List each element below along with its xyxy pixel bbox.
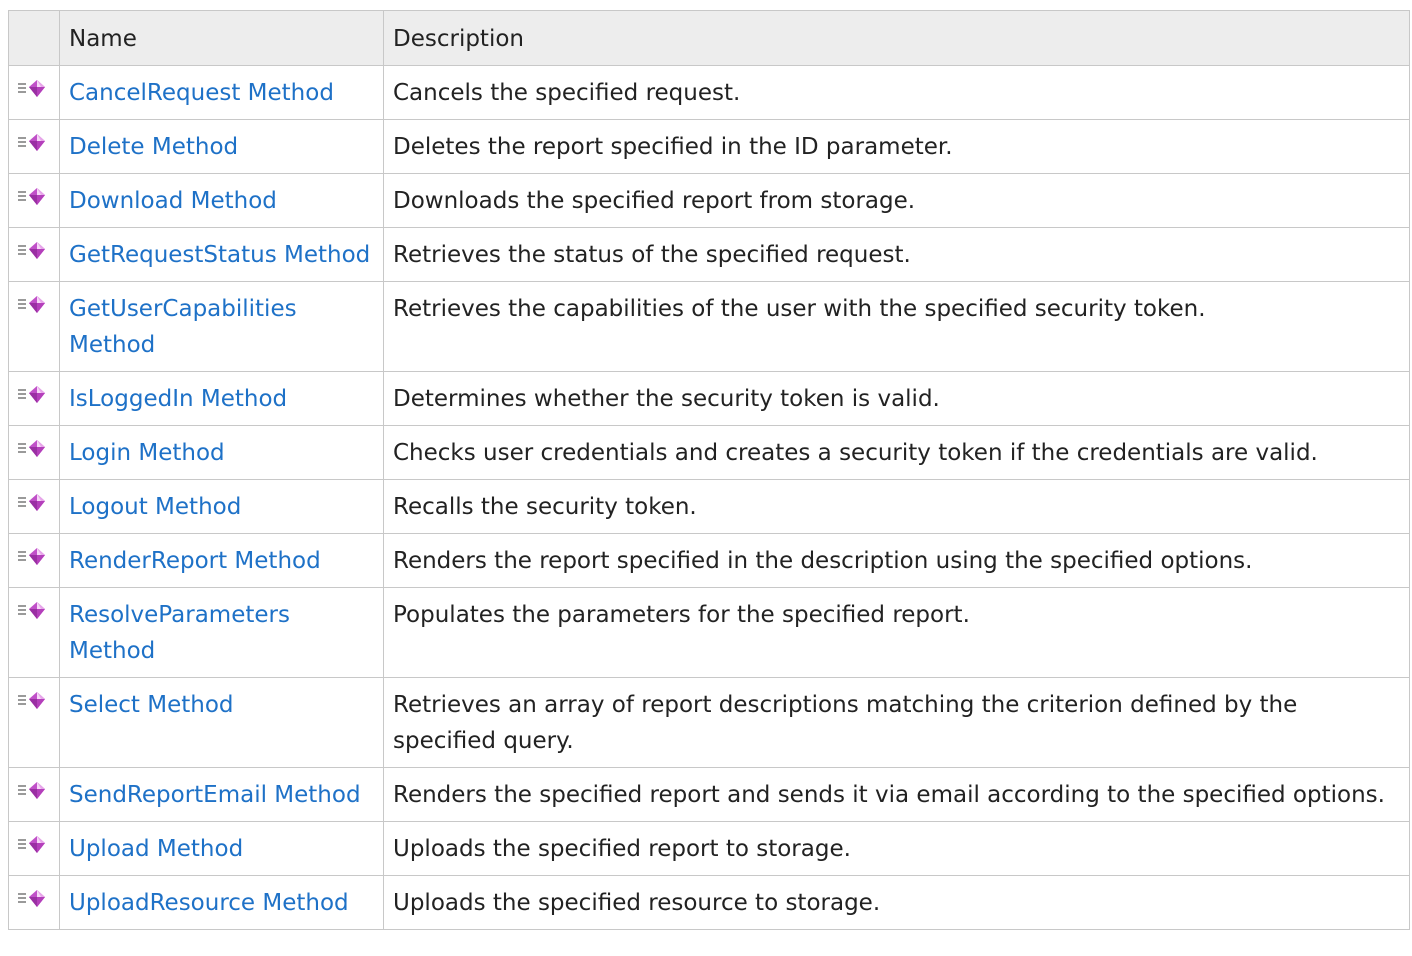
table-row: SendReportEmail Method Renders the speci… [8,767,1410,822]
name-cell: UploadResource Method [59,875,384,930]
name-cell: GetRequestStatus Method [59,227,384,282]
name-column-header: Name [59,10,384,66]
method-link[interactable]: Delete Method [69,134,238,160]
icon-cell [8,119,60,174]
name-cell: RenderReport Method [59,533,384,588]
table-row: IsLoggedIn Method Determines whether the… [8,371,1410,426]
public-method-icon [18,183,48,205]
icon-cell [8,533,60,588]
description-cell: Retrieves the capabilities of the user w… [383,281,1410,372]
public-method-icon [18,75,48,97]
table-row: Download Method Downloads the specified … [8,173,1410,228]
table-header-row: Name Description [8,10,1410,66]
description-cell: Retrieves an array of report description… [383,677,1410,768]
public-method-icon [18,435,48,457]
table-row: UploadResource Method Uploads the specif… [8,875,1410,930]
description-cell: Retrieves the status of the specified re… [383,227,1410,282]
method-link[interactable]: SendReportEmail Method [69,782,361,808]
method-link[interactable]: GetUserCapabilities Method [69,296,297,358]
name-cell: IsLoggedIn Method [59,371,384,426]
icon-cell [8,587,60,678]
description-cell: Checks user credentials and creates a se… [383,425,1410,480]
method-link[interactable]: Upload Method [69,836,243,862]
table-row: Logout Method Recalls the security token… [8,479,1410,534]
table-row: GetRequestStatus Method Retrieves the st… [8,227,1410,282]
method-link[interactable]: UploadResource Method [69,890,349,916]
method-link[interactable]: Download Method [69,188,277,214]
description-cell: Deletes the report specified in the ID p… [383,119,1410,174]
table-row: Login Method Checks user credentials and… [8,425,1410,480]
name-cell: Logout Method [59,479,384,534]
public-method-icon [18,291,48,313]
description-cell: Uploads the specified resource to storag… [383,875,1410,930]
icon-cell [8,677,60,768]
table-row: CancelRequest Method Cancels the specifi… [8,65,1410,120]
table-row: Delete Method Deletes the report specifi… [8,119,1410,174]
description-cell: Determines whether the security token is… [383,371,1410,426]
name-cell: Login Method [59,425,384,480]
method-link[interactable]: RenderReport Method [69,548,321,574]
icon-cell [8,767,60,822]
method-link[interactable]: Login Method [69,440,225,466]
description-cell: Cancels the specified request. [383,65,1410,120]
icon-cell [8,65,60,120]
method-link[interactable]: IsLoggedIn Method [69,386,287,412]
method-link[interactable]: GetRequestStatus Method [69,242,370,268]
public-method-icon [18,831,48,853]
public-method-icon [18,777,48,799]
description-column-header: Description [383,10,1410,66]
table-body: CancelRequest Method Cancels the specifi… [8,65,1410,930]
table-row: ResolveParameters Method Populates the p… [8,587,1410,678]
table-row: RenderReport Method Renders the report s… [8,533,1410,588]
public-method-icon [18,381,48,403]
methods-table: Name Description CancelRequest Method Ca… [8,10,1410,930]
icon-cell [8,281,60,372]
public-method-icon [18,597,48,619]
name-cell: CancelRequest Method [59,65,384,120]
icon-cell [8,875,60,930]
description-cell: Renders the report specified in the desc… [383,533,1410,588]
name-cell: Upload Method [59,821,384,876]
icon-column-header [8,10,60,66]
method-link[interactable]: ResolveParameters Method [69,602,290,664]
name-cell: Select Method [59,677,384,768]
table-row: Select Method Retrieves an array of repo… [8,677,1410,768]
icon-cell [8,227,60,282]
public-method-icon [18,489,48,511]
name-cell: ResolveParameters Method [59,587,384,678]
icon-cell [8,821,60,876]
icon-cell [8,479,60,534]
description-cell: Recalls the security token. [383,479,1410,534]
table-row: GetUserCapabilities Method Retrieves the… [8,281,1410,372]
public-method-icon [18,129,48,151]
name-cell: GetUserCapabilities Method [59,281,384,372]
description-cell: Populates the parameters for the specifi… [383,587,1410,678]
table-row: Upload Method Uploads the specified repo… [8,821,1410,876]
method-link[interactable]: Select Method [69,692,234,718]
description-cell: Downloads the specified report from stor… [383,173,1410,228]
name-cell: Delete Method [59,119,384,174]
public-method-icon [18,885,48,907]
name-cell: SendReportEmail Method [59,767,384,822]
description-cell: Uploads the specified report to storage. [383,821,1410,876]
icon-cell [8,173,60,228]
method-link[interactable]: CancelRequest Method [69,80,334,106]
public-method-icon [18,687,48,709]
public-method-icon [18,543,48,565]
icon-cell [8,371,60,426]
icon-cell [8,425,60,480]
method-link[interactable]: Logout Method [69,494,241,520]
name-cell: Download Method [59,173,384,228]
description-cell: Renders the specified report and sends i… [383,767,1410,822]
public-method-icon [18,237,48,259]
